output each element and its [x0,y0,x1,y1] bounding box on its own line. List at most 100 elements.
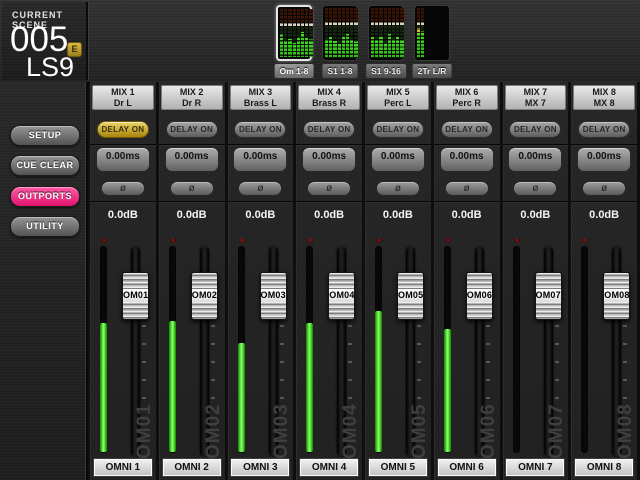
channel-strip-2: MIX 2Dr RDELAY ON0.00msø0.0dBOM02OM02OMN… [159,82,225,480]
meter-bar [333,8,336,58]
channel-name: MIX 3 [231,87,291,98]
meter-block-label[interactable]: S1 1-8 [321,63,358,79]
meter-bar [288,9,291,57]
fader-cap-ridges [261,302,286,319]
channel-header[interactable]: MIX 8MX 8 [573,85,635,110]
channel-label: MX 8 [574,98,634,109]
sidebar-button-cue-clear[interactable]: CUE CLEAR [10,155,80,176]
scene-panel[interactable]: CURRENT SCENE 005 E LS9 [2,2,88,80]
channel-header[interactable]: MIX 5Perc L [367,85,429,110]
fader-cap[interactable]: OM07 [535,272,562,320]
fader-cap-ridges [536,273,561,289]
channel-watermark-label: OM01 [134,379,156,459]
fader-cap[interactable]: OM03 [260,272,287,320]
delay-on-button[interactable]: DELAY ON [234,121,286,138]
clip-led [307,238,313,243]
delay-time-button[interactable]: 0.00ms [440,147,494,172]
delay-time-button[interactable]: 0.00ms [371,147,425,172]
channel-strip-7: MIX 7MX 7DELAY ON0.00msø0.0dBOM07OM07OMN… [503,82,569,480]
meter-block-label[interactable]: S1 9-16 [365,63,407,79]
delay-on-button[interactable]: DELAY ON [509,121,561,138]
phase-button[interactable]: ø [513,181,557,196]
output-port-label: OMNI 4 [300,459,358,476]
separator [365,144,431,146]
fader-scale-tick [142,361,146,363]
meter-block-s1-1-8[interactable] [322,5,358,61]
fader-gain-value: 0.0dB [434,209,500,221]
meter-bar [305,9,308,57]
fader-scale-tick [486,325,490,327]
fader-cap[interactable]: OM05 [397,272,424,320]
output-port-label: OMNI 6 [438,459,496,476]
delay-on-button[interactable]: DELAY ON [303,121,355,138]
fader-cap[interactable]: OM08 [603,272,630,320]
phase-button[interactable]: ø [376,181,420,196]
delay-time-button[interactable]: 0.00ms [165,147,219,172]
delay-on-button[interactable]: DELAY ON [97,121,149,138]
fader-gain-value: 0.0dB [365,209,431,221]
channel-label: MX 7 [506,98,566,109]
meter-block-s1-9-16[interactable] [368,5,404,61]
level-meter-fill [375,311,382,452]
sidebar-button-utility[interactable]: UTILITY [10,216,80,237]
channel-header[interactable]: MIX 6Perc R [436,85,498,110]
meter-bar [284,9,287,57]
phase-button[interactable]: ø [101,181,145,196]
delay-time-button[interactable]: 0.00ms [577,147,631,172]
meter-block-label[interactable]: Om 1-8 [274,63,315,79]
fader-cap-ridges [329,302,354,319]
meter-block-label[interactable]: 2Tr L/R [412,63,453,79]
level-meter [169,246,176,453]
fader-scale-tick [348,343,352,345]
channel-strip-4: MIX 4Brass RDELAY ON0.00msø0.0dBOM04OM04… [296,82,362,480]
meter-bar [417,8,420,58]
meter-bar [293,9,296,57]
channel-header[interactable]: MIX 2Dr R [161,85,223,110]
channel-name: MIX 7 [506,87,566,98]
fader-scale-tick [417,343,421,345]
meter-bar [375,8,378,58]
channel-header[interactable]: MIX 7MX 7 [505,85,567,110]
delay-time-button[interactable]: 0.00ms [96,147,150,172]
fader-cap[interactable]: OM06 [466,272,493,320]
sidebar-button-outports[interactable]: OUTPORTS [10,186,80,207]
separator [503,144,569,146]
delay-time-button[interactable]: 0.00ms [302,147,356,172]
fader-cap-label: OM07 [536,289,561,302]
fader-cap[interactable]: OM01 [122,272,149,320]
fader-scale-tick [486,343,490,345]
phase-button[interactable]: ø [307,181,351,196]
channel-header[interactable]: MIX 1Dr L [92,85,154,110]
fader-cap-ridges [123,302,148,319]
meter-block-2tr-l-r[interactable] [414,5,450,61]
sidebar-button-setup[interactable]: SETUP [10,125,80,146]
meter-block-om-1-8[interactable] [276,5,312,61]
channel-header[interactable]: MIX 3Brass L [230,85,292,110]
phase-button[interactable]: ø [445,181,489,196]
channel-watermark-label: OM07 [546,379,568,459]
phase-button[interactable]: ø [238,181,282,196]
fader-scale-tick [555,325,559,327]
delay-on-button[interactable]: DELAY ON [578,121,630,138]
delay-time-button[interactable]: 0.00ms [508,147,562,172]
fader-cap[interactable]: OM04 [328,272,355,320]
fader-cap[interactable]: OM02 [191,272,218,320]
channel-label: Perc L [368,98,428,109]
fader-cap-ridges [604,273,629,289]
fader-cap-label: OM06 [467,289,492,302]
delay-on-button[interactable]: DELAY ON [441,121,493,138]
clip-led [239,238,245,243]
meter-bar [338,8,341,58]
delay-time-button[interactable]: 0.00ms [233,147,287,172]
phase-button[interactable]: ø [582,181,626,196]
meter-bars [325,8,355,58]
meter-bar [297,9,300,57]
delay-on-button[interactable]: DELAY ON [372,121,424,138]
channel-header[interactable]: MIX 4Brass R [298,85,360,110]
fader-scale-tick [142,325,146,327]
separator [228,201,294,203]
fader-cap-ridges [467,302,492,319]
delay-on-button[interactable]: DELAY ON [166,121,218,138]
phase-button[interactable]: ø [170,181,214,196]
meter-bar [301,9,304,57]
